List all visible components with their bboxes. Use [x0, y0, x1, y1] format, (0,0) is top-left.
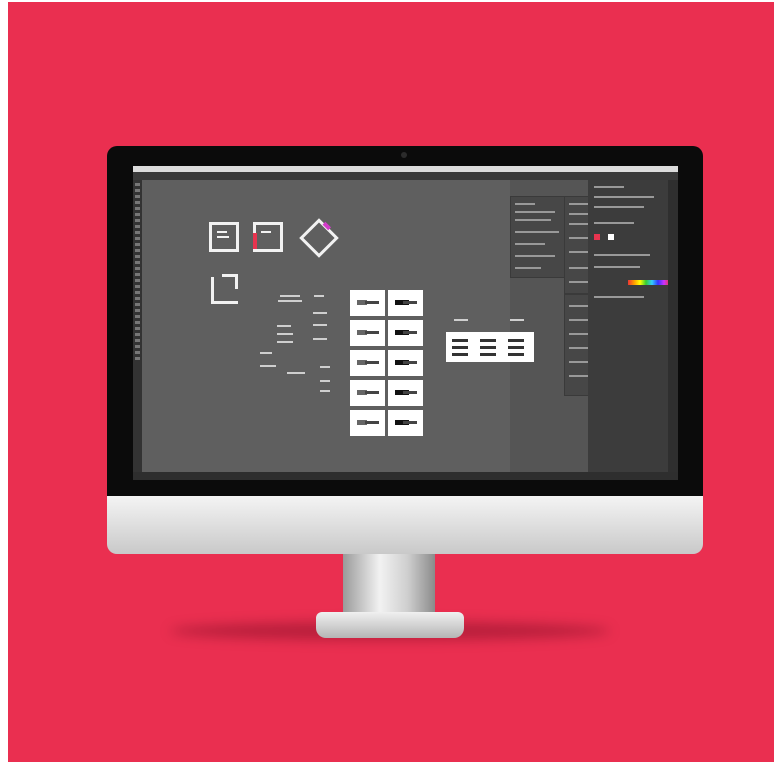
- logo-text: [260, 365, 276, 367]
- swatch-icon[interactable]: [608, 234, 614, 240]
- diamond-logo-icon[interactable]: [299, 218, 339, 258]
- logo-text: [287, 372, 305, 374]
- card-preview[interactable]: [350, 380, 385, 406]
- options-bar[interactable]: [133, 172, 678, 180]
- swatch-icon[interactable]: [594, 234, 600, 240]
- square-logo-icon[interactable]: [209, 222, 239, 252]
- artboard-canvas[interactable]: [142, 180, 534, 472]
- monitor-stand-base: [316, 612, 464, 638]
- card-preview[interactable]: [350, 350, 385, 376]
- card-preview[interactable]: [388, 290, 423, 316]
- card-preview[interactable]: [388, 350, 423, 376]
- card-preview[interactable]: [388, 410, 423, 436]
- logo-text: [320, 390, 330, 392]
- screen: [133, 166, 678, 480]
- logo-text: [313, 324, 327, 326]
- logo-text: [313, 338, 327, 340]
- monitor-chin: [107, 496, 703, 554]
- status-bar: [133, 472, 678, 480]
- logo-text: [260, 352, 272, 354]
- camera-icon: [401, 152, 407, 158]
- letterhead-preview[interactable]: [446, 332, 534, 362]
- card-preview[interactable]: [350, 410, 385, 436]
- color-spectrum[interactable]: [628, 280, 670, 285]
- card-preview[interactable]: [350, 290, 385, 316]
- card-preview[interactable]: [350, 320, 385, 346]
- logo-text: [313, 312, 327, 314]
- logo-text: [278, 300, 302, 302]
- logo-text: [277, 341, 293, 343]
- card-preview[interactable]: [388, 320, 423, 346]
- logo-text: [280, 295, 300, 297]
- monitor: [107, 146, 703, 554]
- right-panel-dock[interactable]: [588, 180, 678, 472]
- logo-text: [320, 366, 330, 368]
- logo-text: [277, 325, 291, 327]
- square-logo-red-icon[interactable]: [253, 222, 283, 252]
- logo-text: [454, 319, 468, 321]
- monitor-bezel: [107, 146, 703, 496]
- logo-text: [277, 333, 293, 335]
- logo-text: [320, 380, 330, 382]
- bracket-logo-icon[interactable]: [211, 274, 238, 304]
- tools-panel[interactable]: [133, 180, 142, 480]
- logo-text: [510, 319, 524, 321]
- logo-text: [314, 295, 324, 297]
- card-preview[interactable]: [388, 380, 423, 406]
- character-panel[interactable]: [510, 196, 566, 278]
- monitor-stand-neck: [343, 554, 435, 618]
